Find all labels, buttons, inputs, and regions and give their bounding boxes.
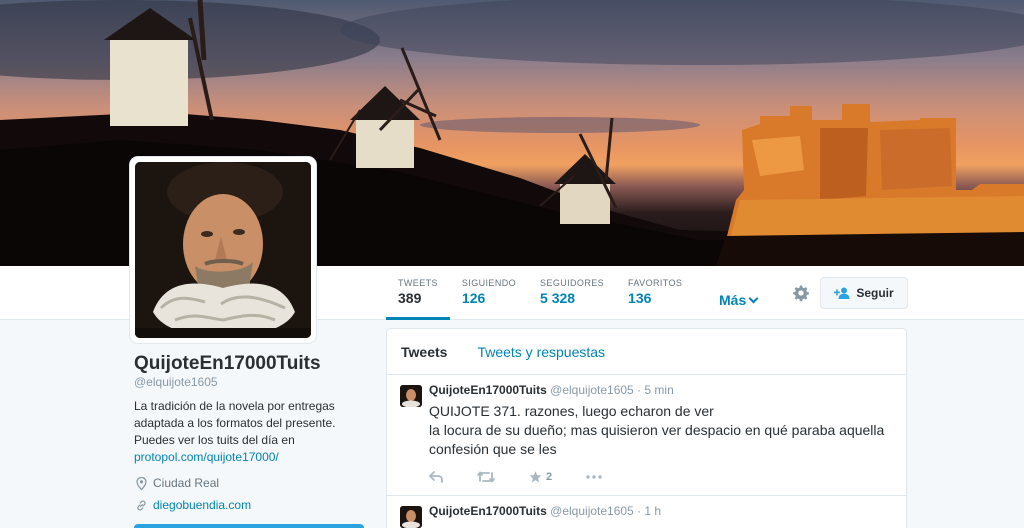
- tweet-timestamp[interactable]: 5 min: [644, 383, 673, 397]
- tweet-header: QuijoteEn17000Tuits @elquijote1605 · 1 h: [429, 504, 894, 519]
- website-link[interactable]: diegobuendia.com: [153, 498, 251, 512]
- avatar-portrait-image: [135, 162, 311, 338]
- location-pin-icon: [136, 476, 147, 490]
- reply-button[interactable]: [429, 471, 443, 483]
- more-label: Más: [719, 292, 747, 308]
- gear-icon[interactable]: [792, 284, 810, 302]
- stat-value: 5 328: [540, 290, 576, 306]
- stat-label: SEGUIDORES: [540, 278, 605, 288]
- stat-following[interactable]: SIGUIENDO 126: [450, 266, 528, 320]
- add-user-icon: [834, 287, 850, 299]
- profile-handle[interactable]: @elquijote1605: [134, 375, 218, 389]
- tweet-avatar[interactable]: [400, 506, 422, 528]
- follow-label: Seguir: [856, 286, 894, 300]
- profile-website: diegobuendia.com: [136, 498, 251, 512]
- more-dots-icon: [586, 475, 602, 479]
- favorite-button[interactable]: 2: [529, 471, 552, 483]
- follow-button[interactable]: Seguir: [820, 277, 908, 309]
- stat-followers[interactable]: SEGUIDORES 5 328: [528, 266, 616, 320]
- profile-location: Ciudad Real: [136, 476, 219, 490]
- tab-tweets-and-replies[interactable]: Tweets y respuestas: [477, 344, 605, 360]
- tweet-author-name[interactable]: QuijoteEn17000Tuits: [429, 504, 547, 518]
- timeline-tabs: Tweets Tweets y respuestas: [387, 329, 906, 375]
- tweet-avatar[interactable]: [400, 385, 422, 407]
- tweet-item[interactable]: QuijoteEn17000Tuits @elquijote1605 · 1 h: [387, 496, 906, 528]
- stat-tweets[interactable]: TWEETS 389: [386, 266, 450, 320]
- stat-favorites[interactable]: FAVORITOS 136: [616, 266, 694, 320]
- stat-label: FAVORITOS: [628, 278, 683, 288]
- star-icon: [529, 471, 542, 483]
- location-text: Ciudad Real: [153, 476, 220, 490]
- more-menu-button[interactable]: Más: [719, 292, 759, 308]
- tweet-item[interactable]: QuijoteEn17000Tuits @elquijote1605 · 5 m…: [387, 375, 906, 496]
- profile-name[interactable]: QuijoteEn17000Tuits: [134, 353, 321, 375]
- retweet-icon: [477, 471, 495, 483]
- sidebar-action-button[interactable]: [134, 524, 364, 528]
- stat-label: SIGUIENDO: [461, 278, 517, 288]
- tweet-timeline: Tweets Tweets y respuestas QuijoteEn1700…: [386, 328, 907, 528]
- tweet-header: QuijoteEn17000Tuits @elquijote1605 · 5 m…: [429, 383, 894, 398]
- tab-tweets[interactable]: Tweets: [401, 344, 447, 360]
- tweet-timestamp[interactable]: 1 h: [644, 504, 661, 518]
- tweet-actions: 2: [429, 469, 894, 485]
- bio-text: La tradición de la novela por entregas a…: [134, 399, 336, 447]
- tweet-author-handle[interactable]: @elquijote1605: [550, 504, 634, 518]
- tweet-text: QUIJOTE 371. razones, luego echaron de v…: [429, 403, 885, 457]
- stat-value: 136: [628, 290, 652, 306]
- chevron-down-icon: [748, 293, 759, 304]
- tweet-separator: ·: [637, 504, 642, 518]
- favorite-count: 2: [546, 471, 553, 483]
- tweet-separator: ·: [637, 383, 642, 397]
- stat-value: 126: [461, 290, 486, 306]
- tweet-author-handle[interactable]: @elquijote1605: [550, 383, 634, 397]
- more-actions-button[interactable]: [586, 475, 602, 479]
- reply-icon: [429, 471, 443, 483]
- profile-avatar[interactable]: [130, 157, 316, 343]
- bio-link[interactable]: protopol.com/quijote17000/: [134, 450, 279, 464]
- tweet-author-name[interactable]: QuijoteEn17000Tuits: [429, 383, 547, 397]
- link-icon: [137, 499, 146, 511]
- retweet-button[interactable]: [477, 471, 495, 483]
- profile-stats: TWEETS 389 SIGUIENDO 126 SEGUIDORES 5 32…: [386, 266, 694, 320]
- stat-value: 389: [398, 290, 422, 306]
- stat-label: TWEETS: [398, 278, 438, 288]
- profile-bio: La tradición de la novela por entregas a…: [134, 398, 364, 466]
